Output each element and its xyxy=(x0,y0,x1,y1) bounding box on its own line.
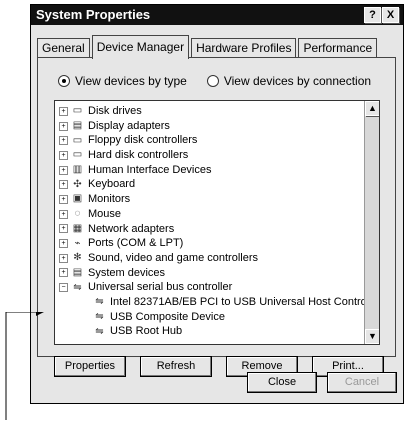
radio-view-by-connection[interactable]: View devices by connection xyxy=(206,74,372,88)
usb-icon: ⇋ xyxy=(95,296,104,308)
monitor-icon: ▣ xyxy=(72,193,83,205)
device-label: Monitors xyxy=(88,193,131,206)
device-category-item[interactable]: + ◌ Mouse xyxy=(59,207,367,222)
device-category-item[interactable]: + ✣ Keyboard xyxy=(59,177,367,192)
sound-icon: ✻ xyxy=(73,252,82,264)
display-icon: ▤ xyxy=(72,120,83,132)
help-button[interactable]: ? xyxy=(364,7,381,23)
device-label: Hard disk controllers xyxy=(88,149,189,162)
window-title: System Properties xyxy=(36,7,151,22)
tab-hardware-profiles[interactable]: Hardware Profiles xyxy=(191,38,297,58)
system-icon: ▤ xyxy=(72,266,83,278)
port-icon: ⌁ xyxy=(74,237,81,249)
device-label: Network adapters xyxy=(88,222,175,235)
device-category-item[interactable]: + ✻ Sound, video and game controllers xyxy=(59,251,367,266)
device-category-item[interactable]: + ▦ Network adapters xyxy=(59,222,367,237)
device-child-item[interactable]: ⇋ Intel 82371AB/EB PCI to USB Universal H… xyxy=(59,295,379,310)
title-bar: System Properties ? X xyxy=(31,5,403,25)
cancel-button[interactable]: Cancel xyxy=(327,372,397,393)
close-button[interactable]: Close xyxy=(247,372,317,393)
device-category-item[interactable]: + ⌁ Ports (COM & LPT) xyxy=(59,236,367,251)
device-category-item[interactable]: + ▭ Disk drives xyxy=(59,104,367,119)
expand-icon[interactable]: + xyxy=(59,253,68,263)
scroll-up-arrow-icon[interactable]: ▲ xyxy=(365,101,379,116)
expand-icon[interactable]: + xyxy=(59,194,68,204)
scroll-down-arrow-icon[interactable]: ▼ xyxy=(365,329,379,344)
device-label: USB Root Hub xyxy=(110,325,183,338)
network-icon: ▦ xyxy=(72,222,83,234)
device-category-item[interactable]: + ▭ Hard disk controllers xyxy=(59,148,367,163)
usb-icon: ⇋ xyxy=(95,310,104,322)
expand-icon[interactable]: + xyxy=(59,239,68,249)
device-label: System devices xyxy=(88,266,166,279)
expand-icon[interactable]: + xyxy=(59,121,68,131)
radio-selected-icon xyxy=(58,75,70,87)
tab-strip: General Device Manager Hardware Profiles… xyxy=(37,35,379,59)
expand-icon[interactable]: + xyxy=(59,209,68,219)
device-category-item[interactable]: + ▤ Display adapters xyxy=(59,119,367,134)
device-label: Keyboard xyxy=(88,178,136,191)
device-label: Disk drives xyxy=(88,105,142,117)
disk-drive-icon: ▭ xyxy=(72,105,83,117)
device-category-item[interactable]: + ▣ Monitors xyxy=(59,192,367,207)
device-label: Human Interface Devices xyxy=(88,163,212,176)
device-label: Mouse xyxy=(88,207,122,220)
system-properties-window: System Properties ? X General Device Man… xyxy=(30,4,404,404)
radio-view-by-connection-label: View devices by connection xyxy=(223,74,372,88)
device-label: Floppy disk controllers xyxy=(88,134,198,147)
radio-unselected-icon xyxy=(206,75,219,87)
device-category-item[interactable]: − ⇋ Universal serial bus controller xyxy=(59,280,367,295)
device-manager-panel: View devices by type View devices by con… xyxy=(37,57,396,377)
device-label: Display adapters xyxy=(88,119,170,132)
usb-icon: ⇋ xyxy=(95,325,104,337)
keyboard-icon: ✣ xyxy=(73,178,82,190)
device-label: Sound, video and game controllers xyxy=(88,251,258,264)
vertical-scrollbar[interactable]: ▲ ▼ xyxy=(364,101,379,344)
properties-button[interactable]: Properties xyxy=(54,356,126,377)
device-category-item[interactable]: + ▥ Human Interface Devices xyxy=(59,163,367,178)
device-label: Universal serial bus controller xyxy=(88,281,233,294)
device-label: Intel 82371AB/EB PCI to USB Universal Ho… xyxy=(110,295,380,308)
device-category-item[interactable]: + ▭ Floppy disk controllers xyxy=(59,133,367,148)
callout-pointer xyxy=(5,312,44,420)
tab-general[interactable]: General xyxy=(37,38,90,58)
expand-icon[interactable]: + xyxy=(59,180,68,190)
harddisk-icon: ▭ xyxy=(72,149,83,161)
hid-icon: ▥ xyxy=(72,164,83,176)
device-child-item[interactable]: ⇋ USB Root Hub xyxy=(59,324,367,339)
expand-icon[interactable]: + xyxy=(59,268,68,278)
expand-icon[interactable]: + xyxy=(59,136,68,146)
mouse-icon: ◌ xyxy=(74,208,81,220)
expand-icon[interactable]: + xyxy=(59,106,68,116)
radio-view-by-type-label: View devices by type xyxy=(75,74,187,88)
close-window-button[interactable]: X xyxy=(382,7,399,23)
tab-device-manager[interactable]: Device Manager xyxy=(91,35,190,59)
device-label: Ports (COM & LPT) xyxy=(88,237,184,250)
refresh-button[interactable]: Refresh xyxy=(140,356,212,377)
floppy-icon: ▭ xyxy=(72,134,83,146)
device-label: USB Composite Device xyxy=(110,310,225,323)
usb-icon: ⇋ xyxy=(73,281,82,293)
radio-view-by-type[interactable]: View devices by type xyxy=(58,74,187,88)
expand-icon[interactable]: + xyxy=(59,224,68,234)
device-list[interactable]: + ▭ Disk drives + ▤ Display adapters + ▭ Floppy … xyxy=(54,100,380,345)
tab-performance[interactable]: Performance xyxy=(298,38,378,58)
device-category-item[interactable]: + ▤ System devices xyxy=(59,266,367,281)
collapse-icon[interactable]: − xyxy=(59,283,68,293)
expand-icon[interactable]: + xyxy=(59,150,68,160)
device-child-item[interactable]: ⇋ USB Composite Device xyxy=(59,310,367,325)
expand-icon[interactable]: + xyxy=(59,165,68,175)
